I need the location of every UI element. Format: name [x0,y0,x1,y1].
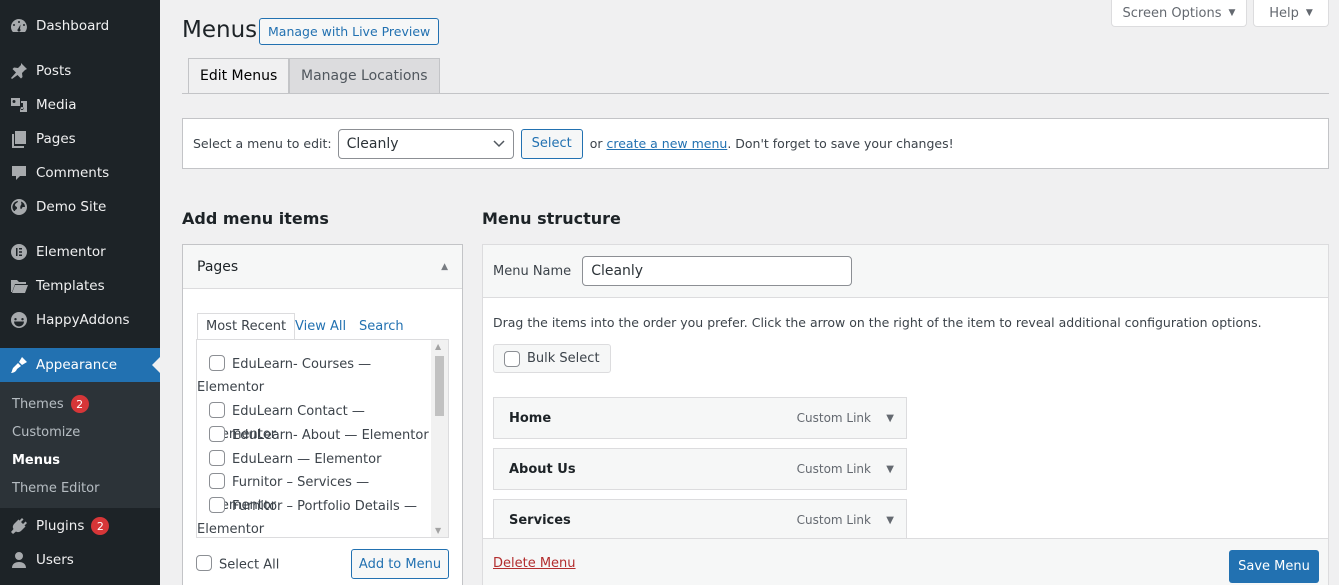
admin-sidebar: Dashboard Posts Media Pages Comments Dem… [0,0,160,585]
sidebar-item-dashboard[interactable]: Dashboard [0,9,160,43]
comment-icon [0,163,36,183]
folder-icon [0,276,36,296]
checkbox[interactable] [196,555,212,571]
select-button[interactable]: Select [520,128,583,159]
create-new-menu-link[interactable]: create a new menu [607,136,728,151]
sidebar-item-pages[interactable]: Pages [0,122,160,156]
sidebar-item-demo-site[interactable]: Demo Site [0,190,160,224]
collapse-arrow-icon: ▲ [441,261,448,272]
select-all-checkbox[interactable]: Select All [196,555,279,573]
item-type: Custom Link [796,513,871,527]
item-type: Custom Link [796,411,871,425]
sidebar-item-media[interactable]: Media [0,88,160,122]
add-to-menu-button[interactable]: Add to Menu [351,549,449,579]
pin-icon [0,61,36,81]
page-checkbox[interactable] [209,401,225,418]
happy-face-icon [0,310,36,330]
menu-structure-panel: Menu Name Drag the items into the order … [482,244,1329,585]
globe-icon [0,197,36,217]
select-menu-bar: Select a menu to edit: Cleanly Select or… [182,118,1329,169]
sidebar-item-posts[interactable]: Posts [0,54,160,88]
submenu-item-menus[interactable]: Menus [0,446,160,474]
page-checkbox[interactable] [209,449,225,466]
tab-manage-locations[interactable]: Manage Locations [289,58,440,94]
menu-name-label: Menu Name [493,263,572,279]
menu-item-home[interactable]: Home Custom Link ▼ [493,397,907,439]
or-text: or [589,136,603,151]
page-checkbox[interactable] [209,425,225,442]
update-count-badge: 2 [70,395,89,413]
sidebar-item-appearance[interactable]: Appearance [0,348,160,382]
page-checkbox[interactable] [209,496,225,513]
tab-edit-menus[interactable]: Edit Menus [188,58,290,94]
pages-checklist: EduLearn- Courses — Elementor EduLearn C… [196,339,449,538]
select-menu-label: Select a menu to edit: [193,136,332,151]
scroll-down-icon[interactable]: ▼ [435,526,441,535]
sidebar-item-templates[interactable]: Templates [0,269,160,303]
tab-divider [182,93,1329,94]
appearance-submenu: Themes 2 Customize Menus Theme Editor [0,382,160,508]
menu-structure-heading: Menu structure [482,209,621,228]
paintbrush-icon [0,355,36,375]
screen-options-button[interactable]: Screen Options ▼ [1111,0,1247,27]
expand-arrow-icon[interactable]: ▼ [886,515,894,526]
submenu-item-themes[interactable]: Themes 2 [0,390,160,418]
manage-live-preview-button[interactable]: Manage with Live Preview [259,18,440,45]
save-reminder-text: . Don't forget to save your changes! [727,136,954,151]
checkbox[interactable] [504,350,520,367]
sidebar-item-comments[interactable]: Comments [0,156,160,190]
item-type: Custom Link [796,462,871,476]
page-title: Menus [182,17,258,43]
add-menu-items-heading: Add menu items [182,209,329,228]
menu-select-dropdown[interactable]: Cleanly [337,128,514,159]
pages-icon [0,129,36,149]
plug-icon [0,516,36,536]
sidebar-item-elementor[interactable]: Elementor [0,235,160,269]
sidebar-item-happyaddons[interactable]: HappyAddons [0,303,160,337]
delete-menu-link[interactable]: Delete Menu [493,556,576,571]
sidebar-item-plugins[interactable]: Plugins 2 [0,509,160,543]
help-button[interactable]: Help ▼ [1253,0,1329,27]
page-checkbox[interactable] [209,354,225,371]
menu-item-about-us[interactable]: About Us Custom Link ▼ [493,448,907,490]
bulk-select-button[interactable]: Bulk Select [493,344,611,373]
drag-instructions: Drag the items into the order you prefer… [493,315,1262,330]
caret-down-icon: ▼ [1305,8,1313,18]
tab-view-all[interactable]: View All [287,313,354,340]
expand-arrow-icon[interactable]: ▼ [886,464,894,475]
page-checkbox[interactable] [209,472,225,489]
caret-down-icon: ▼ [1228,8,1236,18]
sidebar-item-users[interactable]: Users [0,543,160,577]
dashboard-icon [0,16,36,36]
scroll-thumb[interactable] [435,356,444,416]
menu-name-row: Menu Name [483,245,1328,298]
menu-footer: Delete Menu Save Menu [483,538,1328,585]
user-icon [0,550,36,570]
expand-arrow-icon[interactable]: ▼ [886,413,894,424]
media-icon [0,95,36,115]
submenu-item-theme-editor[interactable]: Theme Editor [0,474,160,502]
list-item: EduLearn — Elementor [209,448,429,471]
chevron-down-icon [493,139,505,147]
list-item: EduLearn- Courses — Elementor [197,353,429,399]
menu-name-input[interactable] [582,256,853,286]
elementor-icon [0,242,36,262]
scroll-up-icon[interactable]: ▲ [435,342,441,351]
tab-most-recent[interactable]: Most Recent [197,313,296,340]
submenu-item-customize[interactable]: Customize [0,418,160,446]
list-item: Furnitor – Portfolio Details — Elementor [197,495,429,537]
list-item: EduLearn- About — Elementor [209,424,429,447]
scrollbar[interactable]: ▲ ▼ [431,340,448,537]
save-menu-button[interactable]: Save Menu [1229,550,1319,583]
pages-accordion-header[interactable]: Pages ▲ [183,245,462,289]
update-count-badge: 2 [91,517,110,535]
menu-item-services[interactable]: Services Custom Link ▼ [493,499,907,541]
tab-search[interactable]: Search [351,313,412,340]
